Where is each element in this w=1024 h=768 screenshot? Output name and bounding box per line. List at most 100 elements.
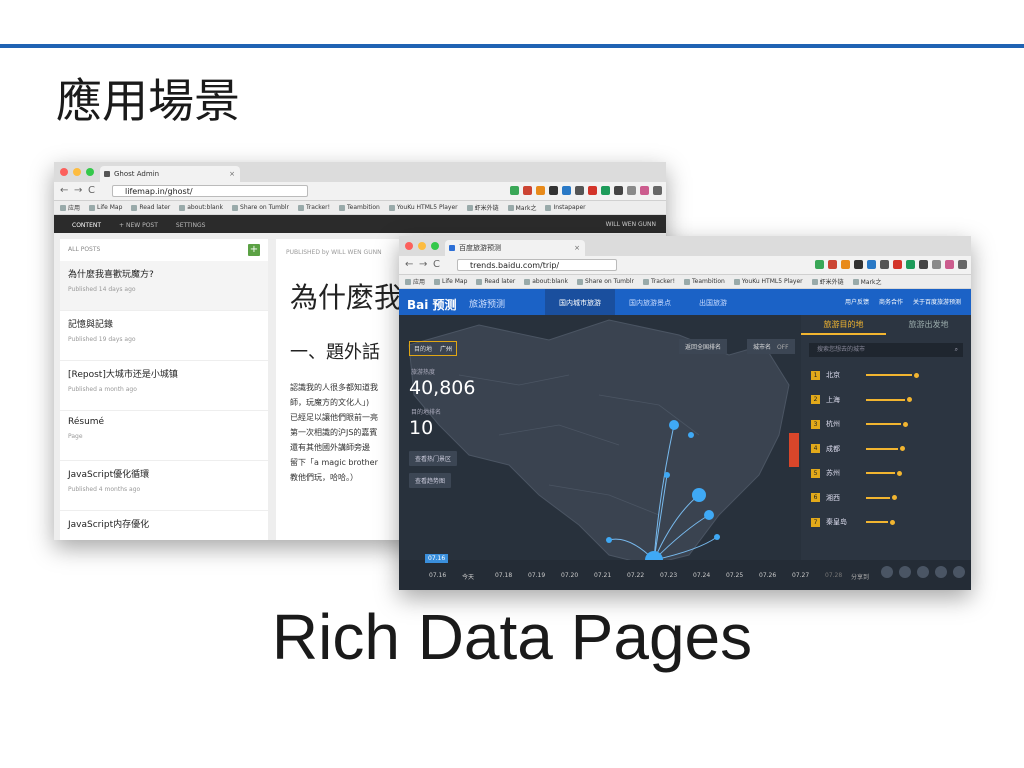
city-search-input[interactable]: 搜索您想去的城市 ⌕ <box>809 343 963 357</box>
list-item[interactable]: 記憶與記錄 Published 19 days ago <box>60 311 268 361</box>
bookmark-item[interactable]: 应用 <box>405 277 425 286</box>
extension-icon[interactable] <box>536 186 545 195</box>
weibo-icon[interactable] <box>899 566 911 578</box>
nav-content[interactable]: CONTENT <box>72 222 101 229</box>
bookmark-item[interactable]: Share on Tumblr <box>577 278 634 285</box>
bookmark-item[interactable]: Read later <box>131 204 170 211</box>
timeline-date[interactable]: 07.27 <box>792 572 809 579</box>
nav-new-post[interactable]: + NEW POST <box>119 222 158 229</box>
menu-icon[interactable] <box>958 260 967 269</box>
list-item[interactable]: [Repost]大城市还是小城镇 Published a month ago <box>60 361 268 411</box>
extension-icon[interactable] <box>841 260 850 269</box>
maximize-icon[interactable] <box>86 168 94 176</box>
user-menu[interactable]: WILL WEN GUNN <box>606 221 656 228</box>
bookmark-item[interactable]: about:blank <box>524 278 568 285</box>
list-item[interactable]: Résumé Page <box>60 411 268 461</box>
list-item[interactable]: 4 成都 <box>801 437 971 462</box>
business-link[interactable]: 商务合作 <box>879 289 903 317</box>
bookmark-item[interactable]: YouKu HTML5 Player <box>388 204 458 211</box>
forward-icon[interactable]: → <box>74 185 82 196</box>
extension-icon[interactable] <box>828 260 837 269</box>
timeline-date[interactable]: 07.20 <box>561 572 578 579</box>
close-icon[interactable] <box>60 168 68 176</box>
extension-icon[interactable] <box>919 260 928 269</box>
back-icon[interactable]: ← <box>60 185 68 196</box>
plus-icon[interactable] <box>953 566 965 578</box>
extension-icon[interactable] <box>945 260 954 269</box>
bookmark-item[interactable]: Tracker! <box>297 204 330 211</box>
list-item[interactable]: 1 北京 <box>801 363 971 388</box>
extension-icon[interactable] <box>549 186 558 195</box>
city-dot[interactable] <box>714 534 720 540</box>
timeline-date[interactable]: 07.18 <box>495 572 512 579</box>
bookmark-item[interactable]: 虾米外链 <box>466 203 499 212</box>
map-panel[interactable]: 目的地 广州 旅游热度 40,806 目的地排名 10 查看热门景区 查看趋势图… <box>399 315 971 590</box>
bookmark-item[interactable]: Life Map <box>434 278 467 285</box>
timeline-date[interactable]: 07.21 <box>594 572 611 579</box>
timeline-date[interactable]: 今天 <box>462 572 474 581</box>
extension-icon[interactable] <box>562 186 571 195</box>
list-item[interactable]: 為什麼我喜歡玩魔方? Published 14 days ago <box>60 261 268 311</box>
extension-icon[interactable] <box>640 186 649 195</box>
extension-icon[interactable] <box>893 260 902 269</box>
list-item[interactable]: 5 苏州 <box>801 461 971 486</box>
list-item[interactable]: JavaScript優化循環 Published 4 months ago <box>60 461 268 511</box>
about-link[interactable]: 关于百度旅游预测 <box>913 289 961 317</box>
list-item[interactable]: 7 秦皇岛 <box>801 510 971 535</box>
tab-close-icon[interactable]: × <box>229 166 235 182</box>
bookmark-item[interactable]: 应用 <box>60 203 80 212</box>
city-dot[interactable] <box>692 488 706 502</box>
timeline-date[interactable]: 07.26 <box>759 572 776 579</box>
reload-icon[interactable]: C <box>88 185 95 196</box>
panel-collapse-tab[interactable] <box>789 433 799 467</box>
list-item[interactable]: 3 杭州 <box>801 412 971 437</box>
bookmark-item[interactable]: 虾米外链 <box>811 277 844 286</box>
share-icon[interactable] <box>881 566 893 578</box>
list-item[interactable]: 2 上海 <box>801 388 971 413</box>
city-name-toggle[interactable]: 城市名 OFF <box>747 339 795 354</box>
timeline-date[interactable]: 07.19 <box>528 572 545 579</box>
city-dot[interactable] <box>606 537 612 543</box>
extension-icon[interactable] <box>614 186 623 195</box>
list-item[interactable]: 6 湘西 <box>801 486 971 511</box>
maximize-icon[interactable] <box>431 242 439 250</box>
bookmark-item[interactable]: Share on Tumblr <box>232 204 289 211</box>
bookmark-item[interactable]: Tracker! <box>642 278 675 285</box>
tab-destinations[interactable]: 旅游目的地 <box>801 315 886 335</box>
nav-settings[interactable]: SETTINGS <box>176 222 206 229</box>
bookmark-item[interactable]: Teambition <box>339 204 380 211</box>
tab-domestic-spots[interactable]: 国内旅游景点 <box>615 289 685 317</box>
add-post-button[interactable]: + <box>248 244 260 256</box>
baidu-logo[interactable]: Bai 预测 <box>407 296 457 313</box>
menu-icon[interactable] <box>653 186 662 195</box>
url-input[interactable]: trends.baidu.com/trip/ <box>457 259 617 271</box>
extension-icon[interactable] <box>880 260 889 269</box>
minimize-icon[interactable] <box>418 242 426 250</box>
reload-icon[interactable]: C <box>433 259 440 270</box>
bookmark-item[interactable]: about:blank <box>179 204 223 211</box>
browser-tab[interactable]: 百度旅游预测 × <box>445 240 585 256</box>
tab-domestic-cities[interactable]: 国内城市旅游 <box>545 289 615 317</box>
bookmark-item[interactable]: Instapaper <box>545 204 586 211</box>
back-icon[interactable]: ← <box>405 259 413 270</box>
bookmark-item[interactable]: Life Map <box>89 204 122 211</box>
trend-chart-button[interactable]: 查看趋势图 <box>409 473 452 488</box>
bookmark-item[interactable]: Mark之 <box>507 203 536 212</box>
extension-icon[interactable] <box>510 186 519 195</box>
browser-tab[interactable]: Ghost Admin × <box>100 166 240 182</box>
url-input[interactable]: lifemap.in/ghost/ <box>112 185 308 197</box>
feedback-link[interactable]: 用户反馈 <box>845 289 869 317</box>
wechat-icon[interactable] <box>917 566 929 578</box>
qzone-icon[interactable] <box>935 566 947 578</box>
city-dot[interactable] <box>704 510 714 520</box>
bookmark-item[interactable]: YouKu HTML5 Player <box>733 278 803 285</box>
close-icon[interactable] <box>405 242 413 250</box>
timeline-date[interactable]: 07.16 <box>429 572 446 579</box>
bookmark-item[interactable]: Mark之 <box>852 277 881 286</box>
extension-icon[interactable] <box>601 186 610 195</box>
extension-icon[interactable] <box>588 186 597 195</box>
search-icon[interactable]: ⌕ <box>955 343 958 357</box>
destination-box[interactable]: 目的地 广州 <box>409 341 457 356</box>
timeline-date[interactable]: 07.28 <box>825 572 842 579</box>
extension-icon[interactable] <box>867 260 876 269</box>
